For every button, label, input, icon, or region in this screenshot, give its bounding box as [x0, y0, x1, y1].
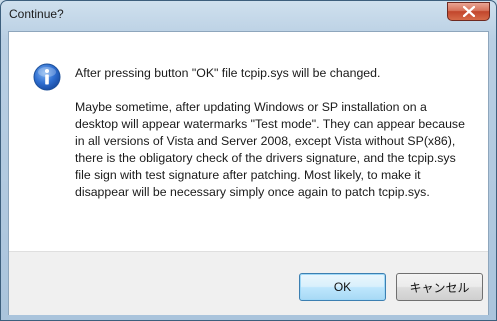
main-message: After pressing button "OK" file tcpip.sy…	[75, 66, 381, 80]
dialog-window: Continue? After pressing button "OK" fil…	[0, 0, 497, 321]
close-icon	[463, 6, 475, 17]
detail-message: Maybe sometime, after updating Windows o…	[75, 100, 465, 199]
close-button[interactable]	[447, 2, 490, 21]
ok-button[interactable]: OK	[299, 273, 386, 301]
cancel-button[interactable]: キャンセル	[396, 273, 483, 301]
button-area: OK キャンセル	[9, 251, 488, 315]
title-bar[interactable]: Continue?	[1, 1, 496, 31]
window-title: Continue?	[9, 7, 64, 21]
info-icon	[33, 63, 61, 91]
dialog-content: After pressing button "OK" file tcpip.sy…	[8, 31, 489, 315]
